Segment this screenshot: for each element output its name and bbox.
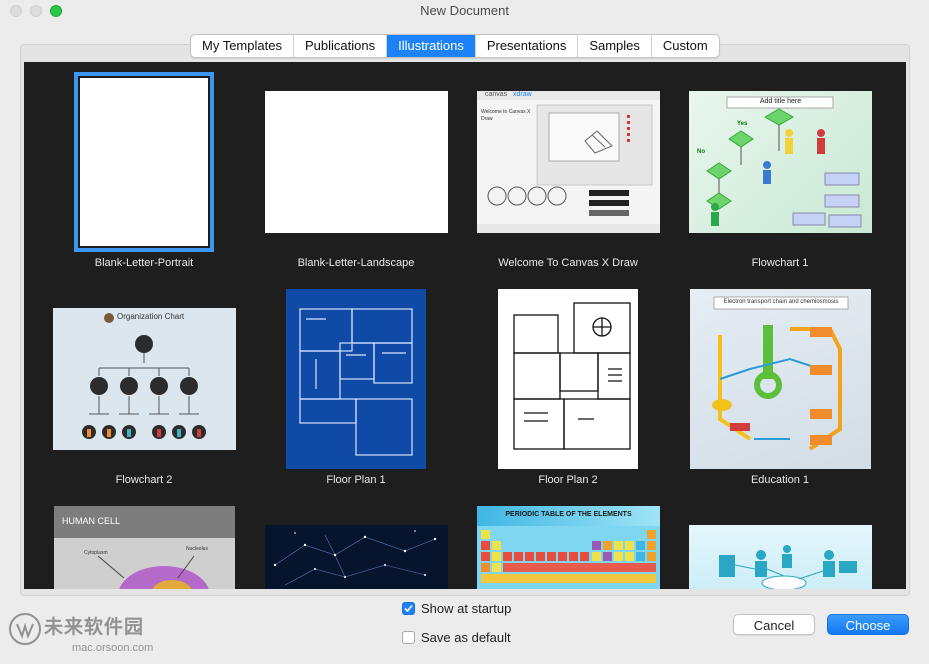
canvas-logo-text-2: xdraw — [513, 91, 532, 98]
choose-button[interactable]: Choose — [827, 614, 909, 635]
tab-custom[interactable]: Custom — [652, 35, 719, 57]
network-diagram-art — [719, 545, 857, 589]
thumbnail-portrait — [80, 78, 208, 246]
watermark-url: mac.orsoon.com — [72, 642, 154, 654]
canvas-logo-text: canvas — [485, 91, 508, 98]
template-flowchart-1[interactable]: Add title here Yes No — [689, 91, 872, 233]
template-star-map[interactable] — [265, 525, 448, 589]
minimize-window-button[interactable] — [30, 5, 42, 17]
star-map-art — [273, 530, 437, 586]
save-as-default-label: Save as default — [421, 630, 511, 645]
flowchart1-no-label: No — [697, 149, 705, 155]
flowchart1-title: Add title here — [759, 98, 802, 105]
watermark-logo-icon — [9, 613, 41, 645]
tab-illustrations[interactable]: Illustrations — [387, 35, 476, 57]
window-title: New Document — [420, 3, 509, 18]
template-caption: Flowchart 2 — [115, 474, 173, 486]
template-caption: Floor Plan 2 — [538, 474, 598, 486]
zoom-window-button[interactable] — [50, 5, 62, 17]
flowchart2-thumbnail-art — [82, 313, 206, 439]
education-title: Electron transport chain and chemiosmosi… — [723, 299, 839, 305]
save-as-default-checkbox[interactable]: Save as default — [402, 630, 511, 645]
template-floor-plan-1[interactable] — [286, 289, 426, 469]
tab-publications[interactable]: Publications — [294, 35, 388, 57]
cell-label: Nucleolus — [186, 546, 208, 552]
template-flowchart-2[interactable]: Organization Chart — [53, 308, 236, 450]
template-blank-letter-portrait[interactable] — [74, 72, 214, 252]
template-education-1[interactable]: Electron transport chain and chemiosmosi… — [690, 289, 871, 469]
template-floor-plan-2[interactable] — [498, 289, 638, 469]
floor-plan1-thumbnail-art — [299, 308, 413, 456]
cancel-button[interactable]: Cancel — [733, 614, 815, 635]
show-at-startup-checkbox[interactable]: Show at startup — [402, 601, 511, 616]
template-caption: Blank-Letter-Portrait — [94, 257, 194, 269]
tab-samples[interactable]: Samples — [578, 35, 652, 57]
org-chart-title: Organization Chart — [117, 312, 185, 321]
checkbox-checked-icon — [402, 602, 415, 615]
template-caption: Floor Plan 1 — [326, 474, 386, 486]
watermark-text: 未来软件园 — [44, 617, 145, 638]
template-periodic-table[interactable]: PERIODIC TABLE OF THE ELEMENTS — [477, 506, 660, 589]
watermark: 未来软件园 mac.orsoon.com — [8, 612, 153, 654]
template-caption: Blank-Letter-Landscape — [297, 257, 415, 269]
flowchart1-thumbnail-art — [706, 96, 862, 228]
title-bar: New Document — [0, 0, 929, 22]
template-human-cell[interactable]: HUMAN CELL Cytoplasm Nucleolus — [54, 506, 235, 589]
floor-plan2-thumbnail-art — [513, 302, 631, 450]
flowchart1-yes-label: Yes — [737, 121, 748, 127]
show-at-startup-label: Show at startup — [421, 601, 512, 616]
template-welcome-canvas[interactable]: canvas xdraw Welcome to Canvas X Draw — [477, 91, 660, 233]
tab-my-templates[interactable]: My Templates — [191, 35, 294, 57]
category-tabs: My Templates Publications Illustrations … — [190, 34, 720, 58]
tab-presentations[interactable]: Presentations — [476, 35, 579, 57]
new-document-window: New Document My Templates Publications I… — [0, 0, 929, 664]
periodic-cells-art — [481, 530, 656, 583]
close-window-button[interactable] — [10, 5, 22, 17]
template-caption: Flowchart 1 — [751, 257, 809, 269]
template-caption: Welcome To Canvas X Draw — [498, 257, 638, 269]
template-caption: Education 1 — [750, 474, 810, 486]
checkmark-icon — [404, 604, 413, 613]
checkbox-unchecked-icon — [402, 631, 415, 644]
template-blank-letter-landscape[interactable] — [265, 91, 448, 233]
cell-label: Cytoplasm — [84, 550, 108, 556]
template-grid: Blank-Letter-Portrait Blank-Letter-Lands… — [24, 62, 906, 589]
template-network-diagram[interactable] — [689, 525, 872, 589]
welcome-heading: Welcome to Canvas X Draw — [481, 109, 531, 122]
education1-thumbnail-art — [712, 296, 849, 451]
